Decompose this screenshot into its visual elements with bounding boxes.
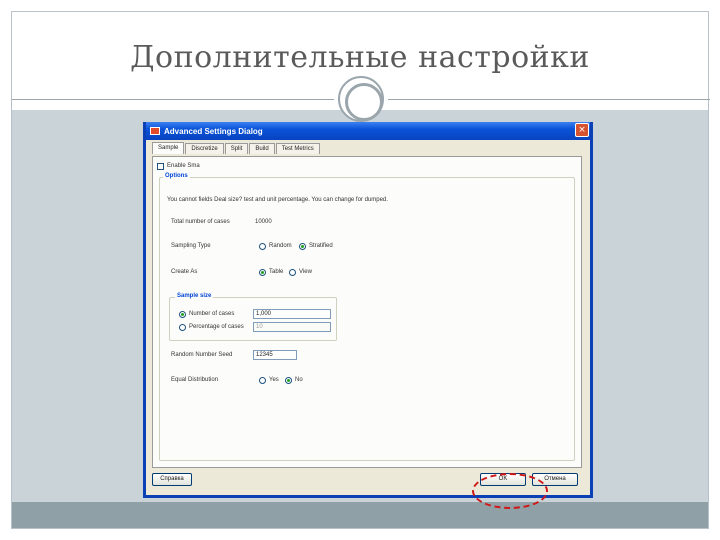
enable-sampling-checkbox[interactable] xyxy=(157,163,164,170)
create-view-radio[interactable] xyxy=(289,269,296,276)
row-count-label: Total number of cases xyxy=(171,219,230,225)
create-table-label: Table xyxy=(269,269,284,275)
title-divider-left xyxy=(12,99,334,100)
create-as-label: Create As xyxy=(171,269,198,275)
tab-sample[interactable]: Sample xyxy=(152,142,185,154)
equal-yes-label: Yes xyxy=(269,377,279,383)
tab-discretize[interactable]: Discretize xyxy=(185,143,224,154)
tab-test-metrics[interactable]: Test Metrics xyxy=(275,143,320,154)
advanced-settings-dialog: Advanced Settings Dialog × Sample Discre… xyxy=(143,122,593,498)
sample-tab-panel: Enable Sma Options You cannot fields Dea… xyxy=(152,156,582,468)
percentage-label: Percentage of cases xyxy=(189,324,244,330)
options-header: Options xyxy=(163,173,190,179)
tab-strip: Sample Discretize Split Build Test Metri… xyxy=(152,142,321,154)
percentage-input[interactable]: 10 xyxy=(253,322,331,332)
description-text: You cannot fields Deal size? test and un… xyxy=(167,197,388,203)
random-seed-input[interactable]: 12345 xyxy=(253,350,297,360)
tab-build[interactable]: Build xyxy=(249,143,275,154)
equal-no-radio[interactable] xyxy=(285,377,292,384)
number-of-cases-radio[interactable] xyxy=(179,311,186,318)
sample-size-header: Sample size xyxy=(175,293,214,299)
sampling-stratified-radio[interactable] xyxy=(299,243,306,250)
create-table-radio[interactable] xyxy=(259,269,266,276)
number-of-cases-input[interactable]: 1,000 xyxy=(253,309,331,319)
equal-yes-radio[interactable] xyxy=(259,377,266,384)
circle-ornament-icon xyxy=(338,76,384,122)
number-of-cases-label: Number of cases xyxy=(189,311,235,317)
dialog-titlebar[interactable]: Advanced Settings Dialog xyxy=(146,122,590,140)
sampling-stratified-label: Stratified xyxy=(309,243,333,249)
title-divider-right xyxy=(388,99,710,100)
random-seed-label: Random Number Seed xyxy=(171,352,233,358)
percentage-radio[interactable] xyxy=(179,324,186,331)
close-icon[interactable]: × xyxy=(575,123,589,137)
row-count-value: 10000 xyxy=(255,219,272,225)
ok-highlight-ellipse xyxy=(472,473,548,509)
create-view-label: View xyxy=(299,269,312,275)
sampling-random-radio[interactable] xyxy=(259,243,266,250)
sample-size-group xyxy=(169,297,337,341)
dialog-title: Advanced Settings Dialog xyxy=(164,126,263,136)
enable-sampling-label: Enable Sma xyxy=(167,163,200,169)
tab-split[interactable]: Split xyxy=(224,143,249,154)
app-icon xyxy=(150,127,160,135)
equal-no-label: No xyxy=(295,377,303,383)
equal-distribution-label: Equal Distribution xyxy=(171,377,219,383)
slide-bottom-band xyxy=(12,502,708,528)
sampling-type-label: Sampling Type xyxy=(171,243,211,249)
sampling-random-label: Random xyxy=(269,243,292,249)
slide-title: Дополнительные настройки xyxy=(130,40,590,75)
help-button[interactable]: Справка xyxy=(152,473,192,486)
